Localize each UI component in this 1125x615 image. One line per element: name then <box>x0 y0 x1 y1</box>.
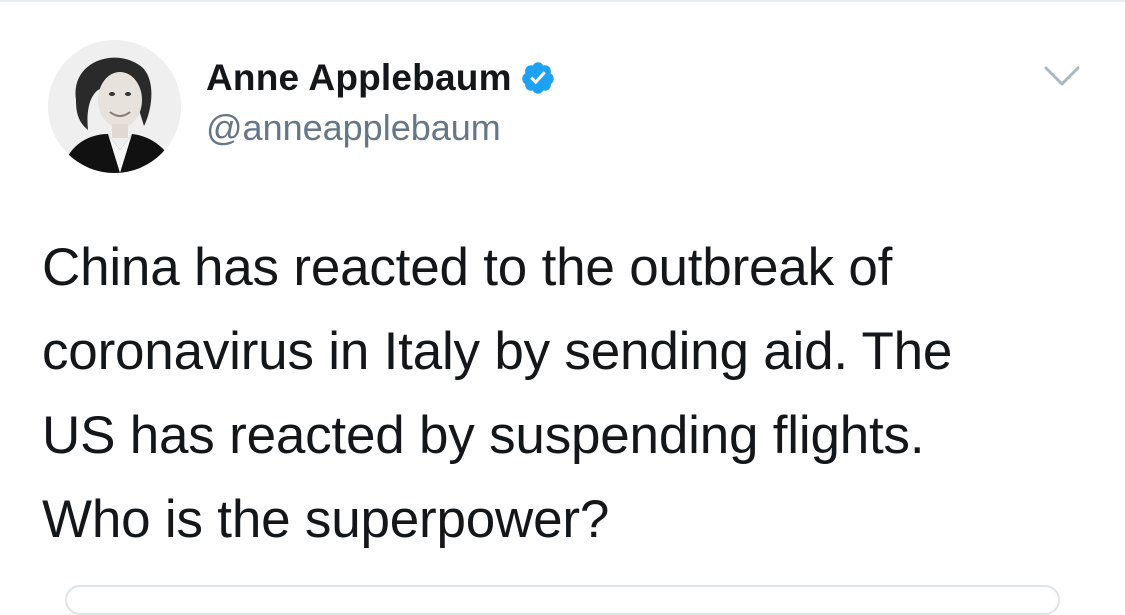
avatar[interactable] <box>48 40 181 173</box>
tweet-text-line: US has reacted by suspending flights. <box>42 406 925 465</box>
media-card-edge[interactable] <box>65 585 1060 615</box>
name-row: Anne Applebaum <box>206 55 556 101</box>
tweet-text: China has reacted to the outbreak of cor… <box>42 226 1092 562</box>
avatar-photo <box>48 40 181 173</box>
tweet-text-line: coronavirus in Italy by sending aid. The <box>42 322 953 381</box>
tweet: Anne Applebaum @anneapplebaum China has … <box>0 0 1125 615</box>
author-block[interactable]: Anne Applebaum @anneapplebaum <box>206 55 556 149</box>
tweet-text-line: China has reacted to the outbreak of <box>42 238 893 297</box>
chevron-down-icon[interactable] <box>1040 60 1084 92</box>
handle[interactable]: @anneapplebaum <box>206 107 556 149</box>
verified-badge-icon <box>520 60 556 96</box>
display-name[interactable]: Anne Applebaum <box>206 57 512 99</box>
tweet-text-line: Who is the superpower? <box>42 490 610 549</box>
